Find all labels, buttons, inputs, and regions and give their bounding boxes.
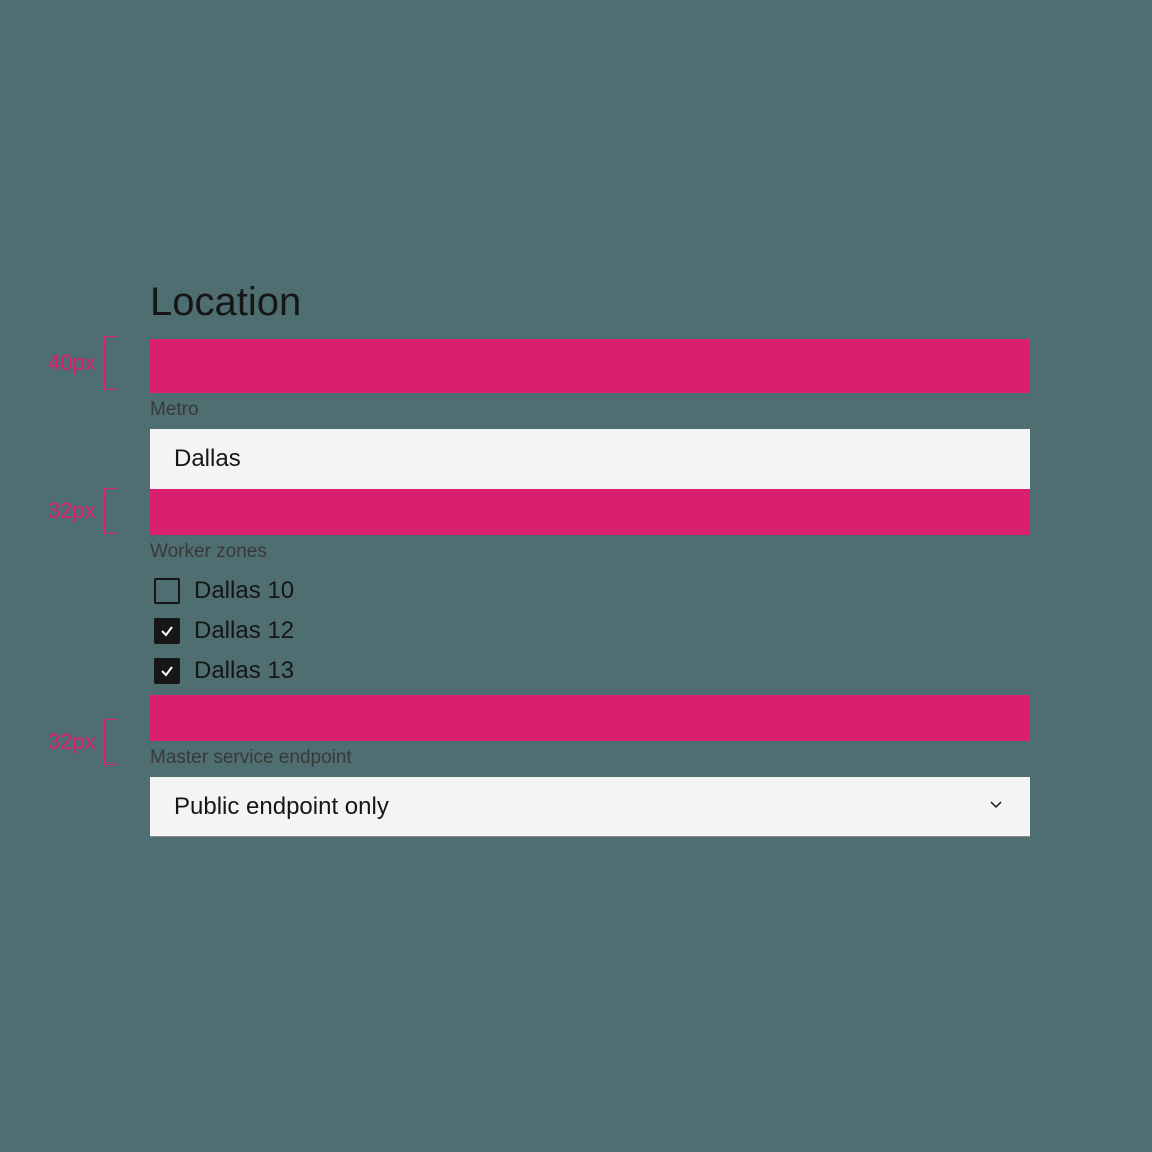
location-form: Location Metro Dallas Worker zones Dalla… [150, 280, 1030, 837]
spacing-block-32-a [150, 489, 1030, 535]
checkbox-checked-icon [154, 618, 180, 644]
metro-input[interactable]: Dallas [150, 429, 1030, 489]
spec-bracket-icon [104, 336, 118, 390]
spec-annotation-40px: 40px [48, 336, 118, 390]
checkbox-checked-icon [154, 658, 180, 684]
spec-annotation-label: 40px [48, 350, 96, 376]
chevron-down-icon [986, 793, 1006, 821]
metro-label: Metro [150, 399, 1030, 421]
master-endpoint-dropdown[interactable]: Public endpoint only [150, 777, 1030, 837]
spec-bracket-icon [104, 488, 118, 534]
checkbox-row-dallas-10[interactable]: Dallas 10 [150, 571, 1030, 611]
spec-annotation-label: 32px [48, 729, 96, 755]
checkbox-label: Dallas 13 [194, 657, 294, 685]
checkbox-row-dallas-12[interactable]: Dallas 12 [150, 611, 1030, 651]
dropdown-value: Public endpoint only [174, 793, 389, 821]
spacing-block-32-b [150, 695, 1030, 741]
metro-input-value: Dallas [174, 445, 241, 473]
form-heading: Location [150, 280, 1030, 325]
spec-annotation-32px-a: 32px [48, 488, 118, 534]
spec-annotation-label: 32px [48, 498, 96, 524]
checkbox-label: Dallas 10 [194, 577, 294, 605]
checkbox-label: Dallas 12 [194, 617, 294, 645]
worker-zones-label: Worker zones [150, 541, 1030, 563]
checkbox-row-dallas-13[interactable]: Dallas 13 [150, 651, 1030, 691]
spec-annotation-32px-b: 32px [48, 719, 118, 765]
spec-bracket-icon [104, 719, 118, 765]
checkbox-unchecked-icon [154, 578, 180, 604]
spacing-block-40 [150, 339, 1030, 393]
master-endpoint-label: Master service endpoint [150, 747, 1030, 769]
worker-zones-group: Dallas 10 Dallas 12 Dallas 13 [150, 571, 1030, 691]
